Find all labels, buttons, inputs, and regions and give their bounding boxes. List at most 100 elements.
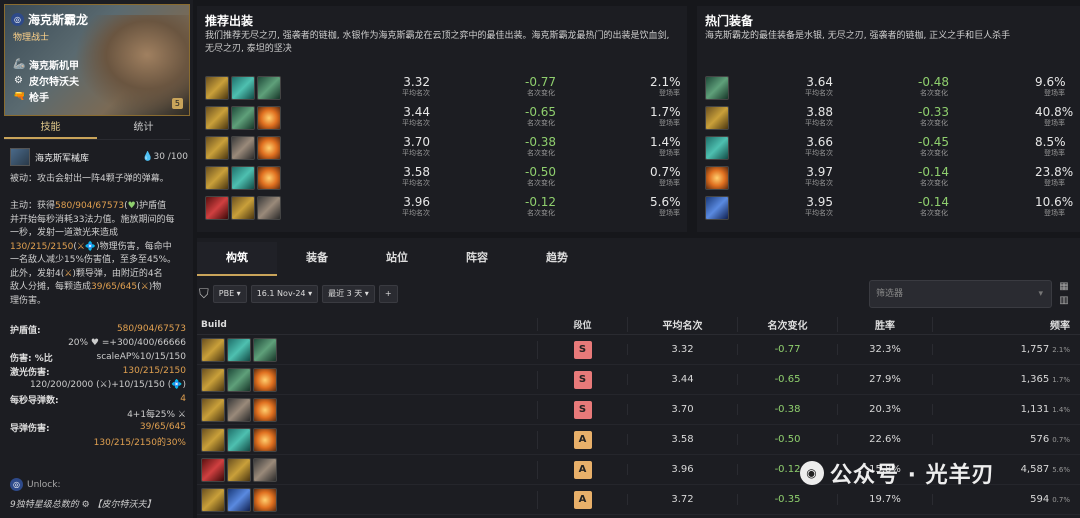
- chain-item-icon[interactable]: [227, 397, 251, 422]
- tab-skills[interactable]: 技能: [4, 118, 97, 139]
- sword-item-icon[interactable]: [227, 457, 251, 482]
- patch-select[interactable]: 16.1 Nov-24 ▾: [250, 285, 319, 303]
- teal-item-icon[interactable]: [231, 76, 255, 100]
- ability-icon: [10, 148, 30, 166]
- desc-part: 130/215/2150: [10, 241, 74, 252]
- stat-value: 40.8%: [1035, 105, 1074, 119]
- sword-item-icon[interactable]: [201, 397, 225, 422]
- table-view-icon[interactable]: ▦: [1057, 280, 1071, 294]
- blue-item-icon[interactable]: [705, 196, 729, 220]
- table-row[interactable]: S 3.70 -0.38 20.3% 1,131 1.4%: [197, 395, 1080, 425]
- stat-col: 3.97 平均名次: [803, 165, 833, 188]
- range-select[interactable]: 最近 3 天 ▾: [322, 285, 375, 303]
- filter-icon[interactable]: ⛉: [199, 287, 209, 302]
- stat-row: 120/200/2000 (⚔)+10/15/150 (💠): [10, 378, 186, 392]
- fire-item-icon[interactable]: [253, 397, 277, 422]
- stat-value: 3.96: [403, 195, 430, 209]
- col-build[interactable]: Build: [197, 320, 537, 330]
- desc-part: 并开始每秒消耗33法力值。施放期间的每: [10, 214, 175, 225]
- item-build-row[interactable]: 3.96 平均名次 -0.12 名次变化 5.6% 登场率: [205, 194, 695, 222]
- trait-name: 海克斯机甲: [29, 61, 79, 72]
- chain-item-icon[interactable]: [231, 136, 255, 160]
- avg-placement: 3.72: [627, 494, 737, 505]
- stat-label: 登场率: [659, 149, 680, 157]
- tab-3[interactable]: 阵容: [437, 242, 517, 276]
- fire-item-icon[interactable]: [257, 106, 281, 130]
- sword-item-icon[interactable]: [201, 487, 225, 512]
- chain-item-icon[interactable]: [253, 457, 277, 482]
- col-tier[interactable]: 段位: [537, 318, 627, 331]
- hot-item-row[interactable]: 3.88 平均名次 -0.33 名次变化 40.8% 登场率: [705, 104, 1080, 132]
- item-icons: [205, 76, 281, 100]
- green-item-icon[interactable]: [227, 367, 251, 392]
- table-row[interactable]: A 3.58 -0.50 22.6% 576 0.7%: [197, 425, 1080, 455]
- desc-part: 敌人分摊，每颗造成: [10, 282, 92, 292]
- stat-label: 伤害: %比: [10, 353, 53, 364]
- green-item-icon[interactable]: [705, 76, 729, 100]
- frequency: 1,757 2.1%: [932, 344, 1080, 355]
- green-item-icon[interactable]: [231, 106, 255, 130]
- stat-value: -0.33: [918, 105, 950, 119]
- sword-item-icon[interactable]: [231, 196, 255, 220]
- hot-item-row[interactable]: 3.95 平均名次 -0.14 名次变化 10.6% 登场率: [705, 194, 1080, 222]
- hot-item-row[interactable]: 3.66 平均名次 -0.45 名次变化 8.5% 登场率: [705, 134, 1080, 162]
- hot-item-row[interactable]: 3.64 平均名次 -0.48 名次变化 9.6% 登场率: [705, 74, 1080, 102]
- tab-4[interactable]: 趋势: [517, 242, 597, 276]
- sword-item-icon[interactable]: [205, 136, 229, 160]
- stat-value: 120/200/2000 (⚔)+10/15/150 (💠): [29, 380, 186, 390]
- blue-item-icon[interactable]: [227, 487, 251, 512]
- set-select[interactable]: PBE ▾: [212, 285, 247, 303]
- table-row[interactable]: S 3.32 -0.77 32.3% 1,757 2.1%: [197, 335, 1080, 365]
- sword-item-icon[interactable]: [201, 337, 225, 362]
- item-build-row[interactable]: 3.32 平均名次 -0.77 名次变化 2.1% 登场率: [205, 74, 695, 102]
- add-filter-button[interactable]: +: [378, 285, 398, 303]
- red-item-icon[interactable]: [201, 457, 225, 482]
- col-avg[interactable]: 平均名次: [627, 317, 737, 332]
- stat-value: 3.97: [806, 165, 833, 179]
- teal-item-icon[interactable]: [705, 136, 729, 160]
- table-row[interactable]: S 3.44 -0.65 27.9% 1,365 1.7%: [197, 365, 1080, 395]
- sword-item-icon[interactable]: [205, 166, 229, 190]
- teal-item-icon[interactable]: [227, 427, 251, 452]
- fire-item-icon[interactable]: [705, 166, 729, 190]
- chain-item-icon[interactable]: [257, 196, 281, 220]
- fire-item-icon[interactable]: [257, 136, 281, 160]
- col-frequency[interactable]: 频率: [932, 317, 1080, 332]
- item-build-row[interactable]: 3.70 平均名次 -0.38 名次变化 1.4% 登场率: [205, 134, 695, 162]
- desc-part: )物理伤害，每命中: [96, 241, 172, 252]
- chart-view-icon[interactable]: ▥: [1057, 294, 1071, 308]
- fire-item-icon[interactable]: [253, 487, 277, 512]
- desc-line: 一名敌人减少15%伤害值，至多至45%。: [10, 254, 186, 268]
- item-build-row[interactable]: 3.44 平均名次 -0.65 名次变化 1.7% 登场率: [205, 104, 695, 132]
- table-row[interactable]: A 3.72 -0.35 19.7% 594 0.7%: [197, 485, 1080, 515]
- tab-1[interactable]: 装备: [277, 242, 357, 276]
- sword-item-icon[interactable]: [205, 106, 229, 130]
- red-item-icon[interactable]: [205, 196, 229, 220]
- fire-item-icon[interactable]: [257, 166, 281, 190]
- col-change[interactable]: 名次变化: [737, 317, 837, 332]
- stat-value: 3.95: [806, 195, 833, 209]
- filter-search[interactable]: 筛选器 ▾: [869, 280, 1052, 308]
- col-winrate[interactable]: 胜率: [837, 317, 932, 332]
- sword-item-icon[interactable]: [205, 76, 229, 100]
- item-icons: [705, 166, 729, 190]
- fire-item-icon[interactable]: [253, 367, 277, 392]
- teal-item-icon[interactable]: [231, 166, 255, 190]
- stat-col: 23.8% 登场率: [1035, 165, 1073, 188]
- item-build-row[interactable]: 3.58 平均名次 -0.50 名次变化 0.7% 登场率: [205, 164, 695, 192]
- frequency-count: 4,587: [1020, 464, 1050, 475]
- hot-item-row[interactable]: 3.97 平均名次 -0.14 名次变化 23.8% 登场率: [705, 164, 1080, 192]
- green-item-icon[interactable]: [257, 76, 281, 100]
- tab-2[interactable]: 站位: [357, 242, 437, 276]
- stat-label: 名次变化: [920, 179, 948, 187]
- fire-item-icon[interactable]: [253, 427, 277, 452]
- teal-item-icon[interactable]: [227, 337, 251, 362]
- sword-item-icon[interactable]: [201, 427, 225, 452]
- stat-label: 名次变化: [527, 89, 555, 97]
- sword-item-icon[interactable]: [705, 106, 729, 130]
- stat-label: 护盾值:: [10, 325, 41, 336]
- green-item-icon[interactable]: [253, 337, 277, 362]
- tab-stats[interactable]: 统计: [97, 118, 190, 139]
- sword-item-icon[interactable]: [201, 367, 225, 392]
- tab-0[interactable]: 构筑: [197, 242, 277, 276]
